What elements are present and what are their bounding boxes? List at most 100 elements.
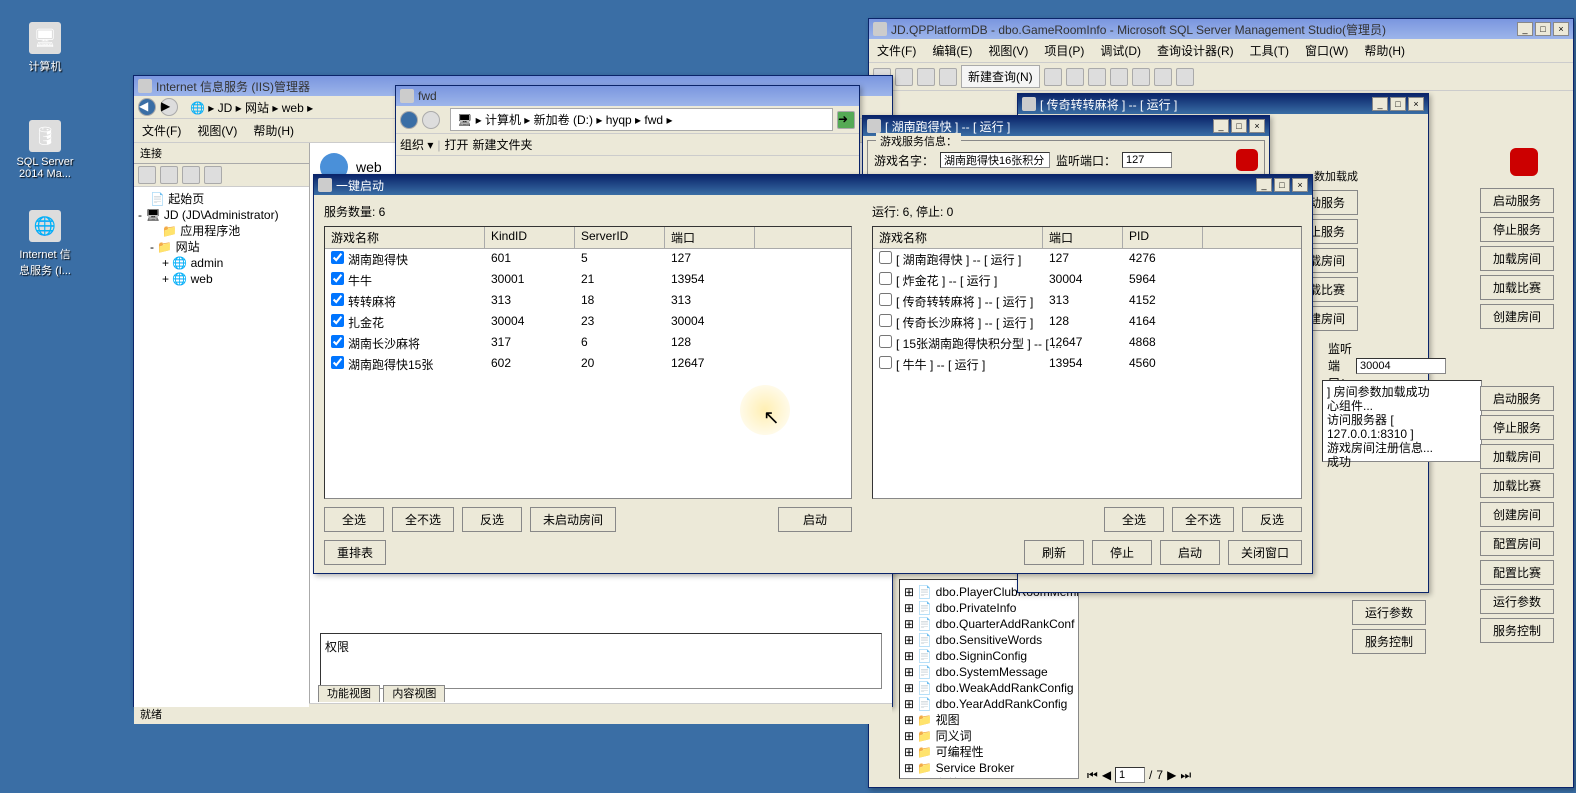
toolbar-button[interactable] (1154, 68, 1172, 86)
row-checkbox[interactable] (879, 272, 892, 285)
back-button[interactable] (400, 111, 418, 129)
column-header[interactable]: 游戏名称 (873, 227, 1043, 248)
port-input[interactable] (1122, 152, 1172, 168)
tree-node[interactable]: ⊞ 📄 dbo.YearAddRankConfig (904, 696, 1074, 712)
select-all-button[interactable]: 全选 (324, 507, 384, 532)
desktop-icon-iis[interactable]: 🌐 Internet 信息服务 (I... (15, 210, 75, 278)
tree-node[interactable]: ⊞ 📄 dbo.QuarterAddRankConf (904, 616, 1074, 632)
tree-node-startpage[interactable]: 📄 起始页 (138, 191, 305, 207)
tree-node[interactable]: ⊞ 📄 dbo.SensitiveWords (904, 632, 1074, 648)
row-checkbox[interactable] (331, 251, 344, 264)
tree-node-apppools[interactable]: 📁 应用程序池 (138, 223, 305, 239)
invert-selection-button[interactable]: 反选 (462, 507, 522, 532)
toolbar-button[interactable] (939, 68, 957, 86)
close-button[interactable]: × (1249, 119, 1265, 133)
game-name-input[interactable] (940, 152, 1050, 168)
explorer-titlebar[interactable]: fwd (396, 86, 859, 106)
start-button[interactable]: 启动 (1160, 540, 1220, 565)
left-service-list[interactable]: 游戏名称KindIDServerID端口 湖南跑得快6015127牛牛30001… (324, 226, 852, 499)
list-item[interactable]: 转转麻将31318313 (325, 291, 851, 312)
column-header[interactable]: ServerID (575, 227, 665, 248)
iis-tree[interactable]: 📄 起始页 - 🖥 JD (JD\Administrator) 📁 应用程序池 … (134, 187, 309, 707)
pager-first[interactable]: ⏮ (1087, 768, 1098, 783)
maximize-button[interactable]: □ (1390, 97, 1406, 111)
close-button[interactable]: × (1292, 178, 1308, 192)
list-item[interactable]: 湖南长沙麻将3176128 (325, 333, 851, 354)
list-item[interactable]: [ 传奇长沙麻将 ] -- [ 运行 ]1284164 (873, 312, 1301, 333)
list-item[interactable]: 牛牛300012113954 (325, 270, 851, 291)
list-item[interactable]: [ 湖南跑得快 ] -- [ 运行 ]1274276 (873, 249, 1301, 270)
row-checkbox[interactable] (879, 335, 892, 348)
minimize-button[interactable]: _ (1372, 97, 1388, 111)
forward-button[interactable]: ▶ (160, 98, 178, 116)
menu-window[interactable]: 窗口(W) (1301, 41, 1352, 60)
menu-view[interactable]: 视图(V) (984, 41, 1032, 60)
start-button[interactable]: 启动 (778, 507, 852, 532)
menu-file[interactable]: 文件(F) (138, 121, 185, 140)
toolbar-button[interactable] (1176, 68, 1194, 86)
right-service-list[interactable]: 游戏名称端口PID [ 湖南跑得快 ] -- [ 运行 ]1274276[ 炸金… (872, 226, 1302, 499)
maximize-button[interactable]: □ (1231, 119, 1247, 133)
toolbar-button[interactable] (182, 166, 200, 184)
svc2-titlebar[interactable]: [ 传奇转转麻将 ] -- [ 运行 ] _ □ × (1018, 94, 1428, 114)
row-checkbox[interactable] (331, 356, 344, 369)
forward-button[interactable] (422, 111, 440, 129)
desktop-icon-sqlserver[interactable]: 🛢 SQL Server 2014 Ma... (15, 120, 75, 180)
list-item[interactable]: [ 牛牛 ] -- [ 运行 ]139544560 (873, 354, 1301, 375)
toolbar-button[interactable] (895, 68, 913, 86)
service-control-button[interactable]: 服务控制 (1480, 618, 1554, 643)
menu-view[interactable]: 视图(V) (193, 121, 241, 140)
load-match-button[interactable]: 加载比赛 (1480, 275, 1554, 300)
refresh-button[interactable]: 刷新 (1024, 540, 1084, 565)
open-button[interactable]: 打开 (444, 136, 468, 153)
new-query-button[interactable]: 新建查询(N) (961, 65, 1040, 88)
maximize-button[interactable]: □ (1535, 22, 1551, 36)
load-match-button[interactable]: 加载比赛 (1480, 473, 1554, 498)
organize-button[interactable]: 组织 ▾ (400, 136, 433, 153)
toolbar-button[interactable] (138, 166, 156, 184)
minimize-button[interactable]: _ (1256, 178, 1272, 192)
list-item[interactable]: 湖南跑得快6015127 (325, 249, 851, 270)
rearrange-button[interactable]: 重排表 (324, 540, 386, 565)
toolbar-button[interactable] (1066, 68, 1084, 86)
toolbar-button[interactable] (204, 166, 222, 184)
list-item[interactable]: [ 15张湖南跑得快积分型 ] -- [ ...126474868 (873, 333, 1301, 354)
menu-querydesigner[interactable]: 查询设计器(R) (1153, 41, 1238, 60)
close-button[interactable]: × (1408, 97, 1424, 111)
create-room-button[interactable]: 创建房间 (1480, 304, 1554, 329)
config-room-button[interactable]: 配置房间 (1480, 531, 1554, 556)
toolbar-button[interactable] (1110, 68, 1128, 86)
address-bar[interactable]: 🖥 ▸ 计算机 ▸ 新加卷 (D:) ▸ hyqp ▸ fwd ▸ (450, 108, 833, 131)
pager-next[interactable]: ▶ (1167, 768, 1176, 782)
maximize-button[interactable]: □ (1274, 178, 1290, 192)
run-params-button[interactable]: 运行参数 (1480, 589, 1554, 614)
create-room-button[interactable]: 创建房间 (1480, 502, 1554, 527)
tree-node-sites[interactable]: - 📁 网站 (138, 239, 305, 255)
not-started-rooms-button[interactable]: 未启动房间 (530, 507, 616, 532)
row-checkbox[interactable] (879, 251, 892, 264)
row-checkbox[interactable] (879, 314, 892, 327)
list-item[interactable]: 扎金花300042330004 (325, 312, 851, 333)
start-service-button[interactable]: 启动服务 (1480, 188, 1554, 213)
onekey-titlebar[interactable]: 一键启动 _ □ × (314, 175, 1312, 195)
menu-debug[interactable]: 调试(D) (1096, 41, 1145, 60)
row-checkbox[interactable] (331, 314, 344, 327)
pager-prev[interactable]: ◀ (1102, 768, 1111, 782)
stop-service-button[interactable]: 停止服务 (1480, 217, 1554, 242)
go-button[interactable]: ➜ (837, 111, 855, 129)
close-window-button[interactable]: 关闭窗口 (1228, 540, 1302, 565)
back-button[interactable]: ◀ (138, 98, 156, 116)
port-input[interactable] (1356, 358, 1446, 374)
column-header[interactable]: 端口 (665, 227, 755, 248)
select-none-button[interactable]: 全不选 (1172, 507, 1234, 532)
tab-content-view[interactable]: 内容视图 (383, 685, 445, 702)
close-button[interactable]: × (1553, 22, 1569, 36)
row-checkbox[interactable] (879, 293, 892, 306)
row-checkbox[interactable] (331, 293, 344, 306)
list-item[interactable]: [ 传奇转转麻将 ] -- [ 运行 ]3134152 (873, 291, 1301, 312)
select-all-button[interactable]: 全选 (1104, 507, 1164, 532)
toolbar-button[interactable] (160, 166, 178, 184)
toolbar-button[interactable] (917, 68, 935, 86)
load-room-button[interactable]: 加载房间 (1480, 444, 1554, 469)
tree-node[interactable]: ⊞ 📁 存储 (904, 776, 1074, 779)
